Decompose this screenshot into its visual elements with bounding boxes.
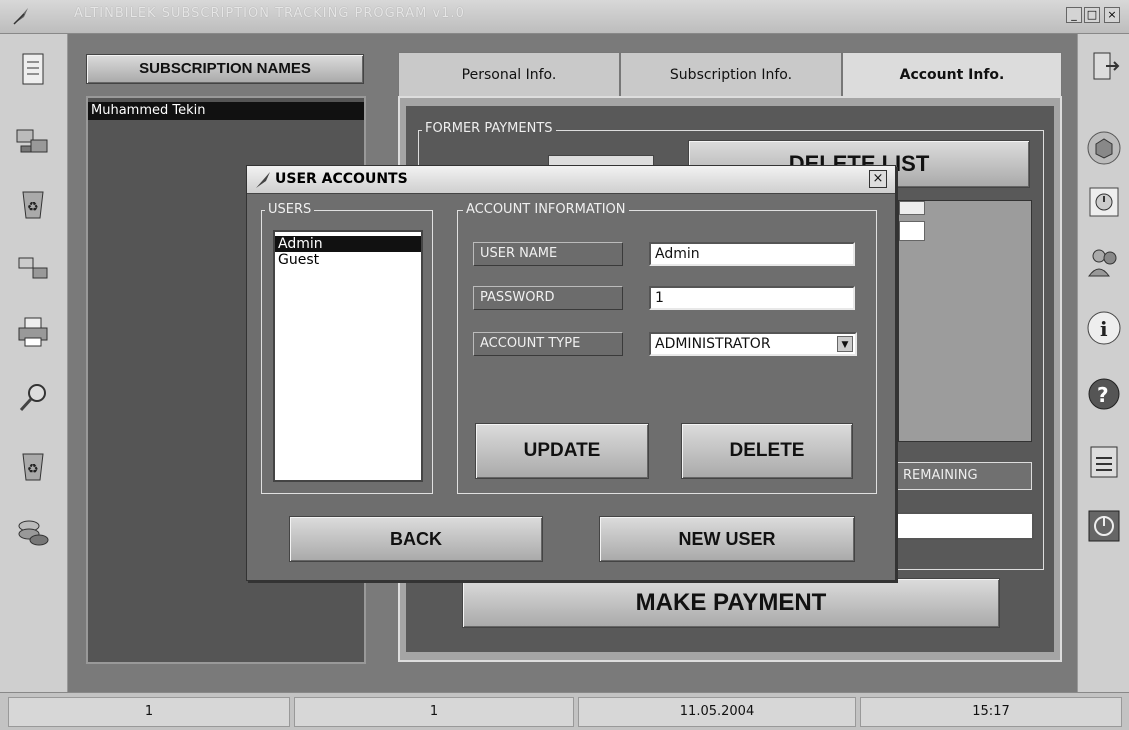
payments-list[interactable] — [898, 200, 1032, 442]
status-bar: 1 1 11.05.2004 15:17 — [0, 692, 1129, 730]
chevron-down-icon[interactable]: ▼ — [837, 336, 853, 352]
account-type-value: ADMINISTRATOR — [655, 336, 771, 352]
coins-icon[interactable] — [13, 512, 53, 552]
maximize-button[interactable]: □ — [1084, 7, 1100, 23]
title-bar: ALTINBILEK SUBSCRIPTION TRACKING PROGRAM… — [0, 0, 1129, 34]
minimize-button[interactable]: _ — [1066, 7, 1082, 23]
tab-subscription-info[interactable]: Subscription Info. — [620, 52, 842, 98]
list-item[interactable]: Admin — [275, 236, 421, 252]
printer-icon[interactable] — [13, 312, 53, 352]
remaining-label: REMAINING — [896, 462, 1032, 490]
user-name-label: USER NAME — [473, 242, 623, 266]
back-button[interactable]: BACK — [289, 516, 543, 562]
status-cell-1: 1 — [8, 697, 290, 727]
power-icon[interactable] — [1086, 508, 1122, 544]
recycle-icon[interactable]: ♻ — [13, 446, 53, 486]
info-icon[interactable]: i — [1086, 310, 1122, 346]
delete-button[interactable]: DELETE — [681, 423, 853, 479]
list-item — [899, 201, 925, 215]
list-item[interactable]: Muhammed Tekin — [88, 102, 364, 120]
close-window-button[interactable]: × — [1104, 7, 1120, 23]
svg-text:♻: ♻ — [27, 462, 39, 477]
status-date: 11.05.2004 — [578, 697, 856, 727]
remaining-field[interactable] — [896, 512, 1034, 540]
new-user-button[interactable]: NEW USER — [599, 516, 855, 562]
recycle-icon[interactable]: ♻ — [13, 184, 53, 224]
subscription-names-header: SUBSCRIPTION NAMES — [86, 54, 364, 84]
feather-icon — [253, 170, 273, 190]
window-title: ALTINBILEK SUBSCRIPTION TRACKING PROGRAM… — [74, 6, 465, 21]
left-toolbar: ♻ ♻ — [0, 34, 68, 692]
status-time: 15:17 — [860, 697, 1122, 727]
tab-personal-info[interactable]: Personal Info. — [398, 52, 620, 98]
former-payments-label: FORMER PAYMENTS — [422, 121, 556, 136]
alarm-icon[interactable] — [1086, 184, 1122, 220]
password-input[interactable]: 1 — [649, 286, 855, 310]
search-icon[interactable] — [13, 378, 53, 418]
user-name-input[interactable]: Admin — [649, 242, 855, 266]
account-type-select[interactable]: ADMINISTRATOR ▼ — [649, 332, 857, 356]
exit-door-icon[interactable] — [1086, 48, 1122, 84]
svg-text:?: ? — [1097, 383, 1109, 407]
app-feather-icon — [10, 5, 32, 27]
account-information-label: ACCOUNT INFORMATION — [463, 202, 629, 217]
users-icon[interactable] — [1086, 244, 1122, 280]
svg-text:i: i — [1100, 317, 1108, 341]
help-icon[interactable]: ? — [1086, 376, 1122, 412]
list-icon[interactable] — [1086, 444, 1122, 480]
list-item[interactable]: Guest — [275, 252, 421, 268]
users-group-label: USERS — [265, 202, 315, 217]
right-toolbar: i ? — [1077, 34, 1129, 692]
update-button[interactable]: UPDATE — [475, 423, 649, 479]
user-accounts-dialog: USER ACCOUNTS × USERS Admin Guest ACCOUN… — [246, 165, 896, 581]
list-item — [899, 221, 925, 241]
dialog-title-bar: USER ACCOUNTS × — [247, 166, 895, 194]
tab-account-info[interactable]: Account Info. — [842, 52, 1062, 102]
computers-icon[interactable] — [13, 122, 53, 162]
notepad-icon[interactable] — [13, 50, 53, 90]
account-type-label: ACCOUNT TYPE — [473, 332, 623, 356]
dialog-title: USER ACCOUNTS — [275, 171, 408, 187]
users-list[interactable]: Admin Guest — [273, 230, 423, 482]
make-payment-button[interactable]: MAKE PAYMENT — [462, 578, 1000, 628]
network-icon[interactable] — [13, 248, 53, 288]
dialog-close-button[interactable]: × — [869, 170, 887, 188]
status-cell-2: 1 — [294, 697, 574, 727]
cube-icon[interactable] — [1086, 130, 1122, 166]
svg-text:♻: ♻ — [27, 200, 39, 215]
password-label: PASSWORD — [473, 286, 623, 310]
